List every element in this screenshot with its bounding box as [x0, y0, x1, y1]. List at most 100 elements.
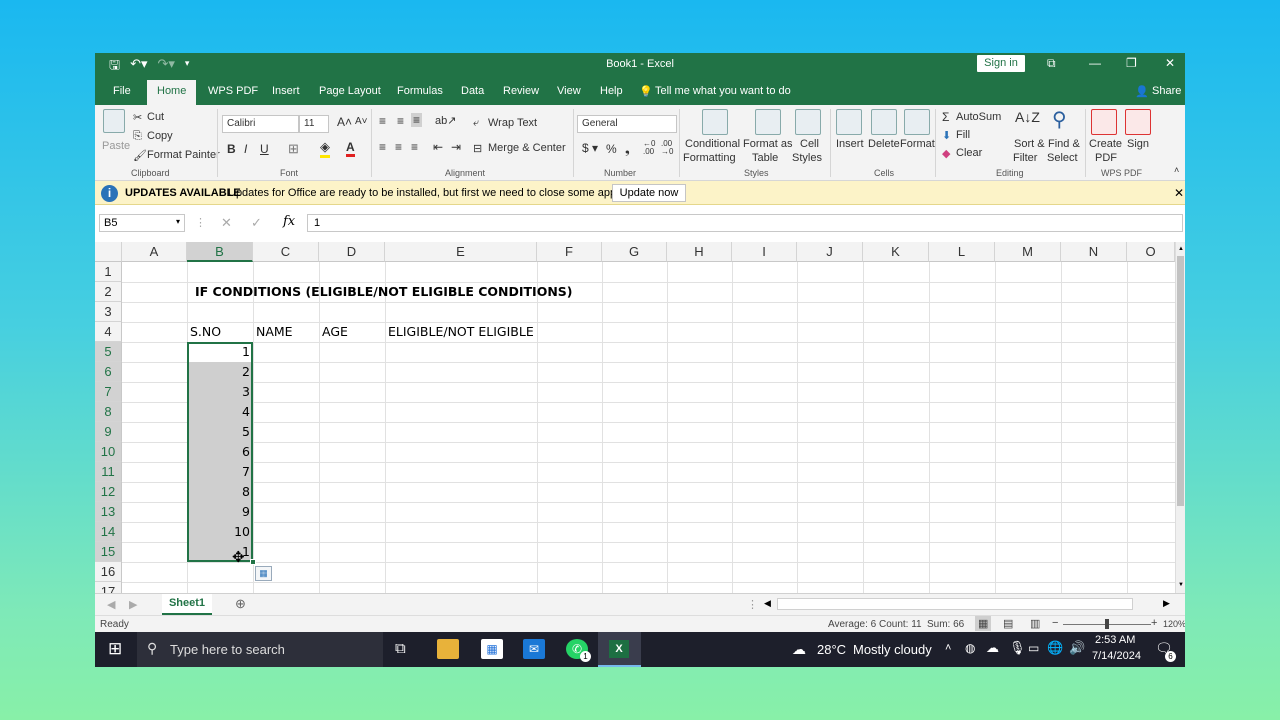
- sheet-tab[interactable]: Sheet1: [162, 594, 212, 615]
- zoom-level[interactable]: 120%: [1163, 619, 1185, 629]
- paste-icon[interactable]: [103, 109, 125, 133]
- header-name[interactable]: NAME: [256, 322, 293, 342]
- sno-cell[interactable]: 3: [187, 382, 253, 402]
- row-header[interactable]: 13: [95, 502, 122, 522]
- windows-start-icon[interactable]: ⊞: [108, 639, 122, 659]
- align-right-icon[interactable]: ≡: [411, 140, 418, 154]
- column-header[interactable]: F: [537, 242, 602, 262]
- sign-button[interactable]: Sign: [1127, 138, 1149, 150]
- zoom-slider-thumb[interactable]: [1105, 619, 1109, 629]
- find-select-icon[interactable]: ⚲: [1052, 107, 1067, 132]
- fill-handle[interactable]: [250, 559, 256, 565]
- increase-decimal-icon[interactable]: ←0.00: [643, 140, 655, 156]
- column-header[interactable]: I: [732, 242, 797, 262]
- tab-view[interactable]: View: [557, 85, 581, 97]
- column-header[interactable]: B: [187, 242, 253, 262]
- fill-color-icon[interactable]: ◈: [320, 139, 330, 158]
- task-view-icon[interactable]: ⧉: [395, 640, 406, 657]
- row-header[interactable]: 8: [95, 402, 122, 422]
- next-sheet-icon[interactable]: ▶: [129, 598, 137, 611]
- merge-center-button[interactable]: Merge & Center: [488, 142, 566, 154]
- row-header[interactable]: 4: [95, 322, 122, 342]
- underline-icon[interactable]: U: [260, 142, 269, 156]
- taskbar-search-box[interactable]: ⚲ Type here to search: [137, 632, 383, 667]
- format-painter-button[interactable]: Format Painter: [147, 149, 220, 161]
- percent-icon[interactable]: %: [606, 142, 617, 156]
- cell-styles-line2[interactable]: Styles: [792, 152, 822, 164]
- decrease-font-icon[interactable]: A˅: [355, 116, 368, 127]
- page-break-view-icon[interactable]: ▥: [1030, 617, 1040, 630]
- volume-icon[interactable]: 🔊: [1069, 640, 1085, 656]
- comma-icon[interactable]: ❟: [625, 142, 630, 157]
- align-center-icon[interactable]: ≡: [395, 140, 402, 154]
- column-header[interactable]: N: [1061, 242, 1127, 262]
- format-as-table-icon[interactable]: [755, 109, 781, 135]
- tab-home[interactable]: Home: [147, 80, 197, 105]
- top-align-icon[interactable]: ≡: [379, 114, 386, 128]
- font-color-icon[interactable]: A: [346, 140, 355, 157]
- find-select-line1[interactable]: Find &: [1048, 138, 1080, 150]
- scroll-up-icon[interactable]: ▲: [1178, 246, 1184, 252]
- italic-icon[interactable]: I: [244, 142, 247, 156]
- orientation-icon[interactable]: ab↗: [435, 114, 456, 127]
- find-select-line2[interactable]: Select: [1047, 152, 1078, 164]
- enter-icon[interactable]: ✓: [251, 215, 262, 231]
- row-header[interactable]: 11: [95, 462, 122, 482]
- ribbon-display-icon[interactable]: ⧉: [1047, 56, 1056, 71]
- sno-cell[interactable]: 9: [187, 502, 253, 522]
- share-button[interactable]: Share: [1152, 85, 1181, 97]
- wrap-text-icon[interactable]: ⤶: [473, 117, 479, 130]
- auto-fill-options-icon[interactable]: ▦: [255, 566, 272, 581]
- minimize-icon[interactable]: —: [1089, 56, 1101, 70]
- vertical-scrollbar[interactable]: ▲ ▼: [1175, 242, 1185, 593]
- autosum-icon[interactable]: Σ: [942, 110, 949, 124]
- select-all-corner[interactable]: [95, 242, 122, 262]
- tab-insert[interactable]: Insert: [272, 85, 300, 97]
- row-header[interactable]: 16: [95, 562, 122, 582]
- cancel-icon[interactable]: ✕: [221, 215, 232, 231]
- close-icon[interactable]: ✕: [1165, 56, 1175, 70]
- battery-icon[interactable]: ▭: [1028, 641, 1039, 655]
- sno-cell[interactable]: 5: [187, 422, 253, 442]
- close-update-bar-icon[interactable]: ✕: [1174, 186, 1184, 200]
- column-header[interactable]: L: [929, 242, 995, 262]
- sort-filter-line2[interactable]: Filter: [1013, 152, 1037, 164]
- merge-center-icon[interactable]: ⊟: [473, 142, 482, 155]
- sno-cell[interactable]: 2: [187, 362, 253, 382]
- column-header[interactable]: D: [319, 242, 385, 262]
- column-header[interactable]: K: [863, 242, 929, 262]
- excel-taskbar-item[interactable]: X: [598, 632, 641, 667]
- file-explorer-icon[interactable]: [437, 639, 459, 659]
- onedrive-icon[interactable]: ☁: [986, 640, 999, 656]
- name-box-dropdown-icon[interactable]: ▾: [176, 217, 180, 226]
- conditional-formatting-icon[interactable]: [702, 109, 728, 135]
- scroll-right-icon[interactable]: ▶: [1163, 598, 1170, 609]
- row-header[interactable]: 15: [95, 542, 122, 562]
- tab-page-layout[interactable]: Page Layout: [319, 85, 381, 97]
- number-format-select[interactable]: General: [577, 115, 677, 133]
- tray-app-icon[interactable]: ◍: [965, 641, 975, 655]
- row-header[interactable]: 2: [95, 282, 122, 302]
- clock-date[interactable]: 7/14/2024: [1092, 650, 1141, 662]
- row-header[interactable]: 5: [95, 342, 122, 362]
- insert-cells-button[interactable]: Insert: [836, 138, 864, 150]
- insert-function-button[interactable]: fx: [283, 214, 295, 229]
- column-header[interactable]: J: [797, 242, 863, 262]
- sort-filter-line1[interactable]: Sort &: [1014, 138, 1045, 150]
- vertical-scroll-thumb[interactable]: [1177, 256, 1184, 506]
- fill-button[interactable]: Fill: [956, 129, 970, 141]
- delete-cells-icon[interactable]: [871, 109, 897, 135]
- align-left-icon[interactable]: ≡: [379, 140, 386, 154]
- tab-wps-pdf[interactable]: WPS PDF: [208, 85, 258, 97]
- mail-icon[interactable]: ✉: [523, 639, 545, 659]
- weather-condition[interactable]: Mostly cloudy: [853, 642, 932, 657]
- row-header[interactable]: 6: [95, 362, 122, 382]
- autosum-button[interactable]: AutoSum: [956, 111, 1001, 123]
- format-cells-button[interactable]: Format: [900, 138, 935, 150]
- prev-sheet-icon[interactable]: ◀: [107, 598, 115, 611]
- tell-me-search[interactable]: Tell me what you want to do: [655, 85, 791, 97]
- row-header[interactable]: 7: [95, 382, 122, 402]
- cut-button[interactable]: Cut: [147, 111, 164, 123]
- sheet-title[interactable]: IF CONDITIONS (ELIGIBLE/NOT ELIGIBLE CON…: [195, 282, 573, 302]
- format-as-table-line2[interactable]: Table: [752, 152, 778, 164]
